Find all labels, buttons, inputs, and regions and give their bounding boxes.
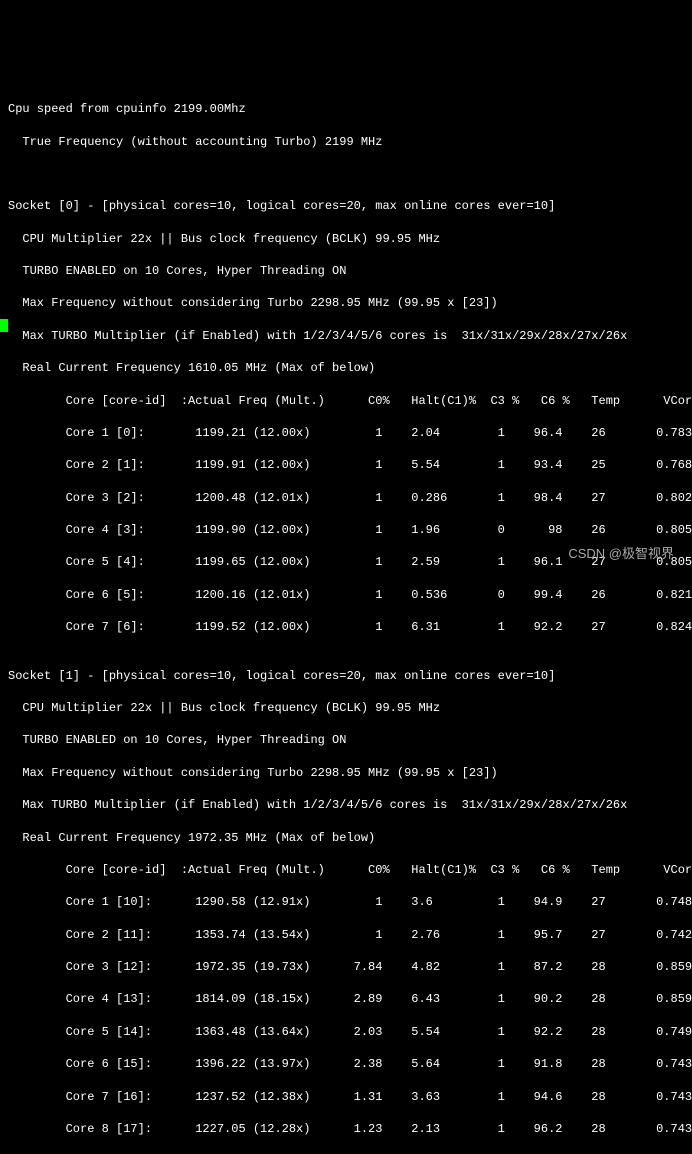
table-row: Core 3 [12]: 1972.35 (19.73x) 7.84 4.82 … <box>8 959 684 975</box>
table-row: Core 8 [17]: 1227.05 (12.28x) 1.23 2.13 … <box>8 1121 684 1137</box>
table-row: Core 6 [5]: 1200.16 (12.01x) 1 0.536 0 9… <box>8 587 684 603</box>
socket0-title: Socket [0] - [physical cores=10, logical… <box>8 198 684 214</box>
socket1-maxturbo: Max TURBO Multiplier (if Enabled) with 1… <box>8 797 684 813</box>
socket1-header: Core [core-id] :Actual Freq (Mult.) C0% … <box>8 862 684 878</box>
socket0-maxfreq: Max Frequency without considering Turbo … <box>8 295 684 311</box>
table-row: Core 2 [11]: 1353.74 (13.54x) 1 2.76 1 9… <box>8 927 684 943</box>
table-row: Core 1 [10]: 1290.58 (12.91x) 1 3.6 1 94… <box>8 894 684 910</box>
socket0-realfreq: Real Current Frequency 1610.05 MHz (Max … <box>8 360 684 376</box>
table-row: Core 5 [14]: 1363.48 (13.64x) 2.03 5.54 … <box>8 1024 684 1040</box>
true-freq-line: True Frequency (without accounting Turbo… <box>8 134 684 150</box>
socket0-header: Core [core-id] :Actual Freq (Mult.) C0% … <box>8 393 684 409</box>
table-row: Core 4 [3]: 1199.90 (12.00x) 1 1.96 0 98… <box>8 522 684 538</box>
socket1-realfreq: Real Current Frequency 1972.35 MHz (Max … <box>8 830 684 846</box>
table-row: Core 2 [1]: 1199.91 (12.00x) 1 5.54 1 93… <box>8 457 684 473</box>
table-row: Core 6 [15]: 1396.22 (13.97x) 2.38 5.64 … <box>8 1056 684 1072</box>
socket0-maxturbo: Max TURBO Multiplier (if Enabled) with 1… <box>8 328 684 344</box>
table-row: Core 7 [6]: 1199.52 (12.00x) 1 6.31 1 92… <box>8 619 684 635</box>
socket0-turbo: TURBO ENABLED on 10 Cores, Hyper Threadi… <box>8 263 684 279</box>
cpu-speed-line: Cpu speed from cpuinfo 2199.00Mhz <box>8 101 684 117</box>
socket0-mult: CPU Multiplier 22x || Bus clock frequenc… <box>8 231 684 247</box>
table-row: Core 4 [13]: 1814.09 (18.15x) 2.89 6.43 … <box>8 991 684 1007</box>
cursor-bar <box>0 319 8 332</box>
table-row: Core 3 [2]: 1200.48 (12.01x) 1 0.286 1 9… <box>8 490 684 506</box>
socket1-mult: CPU Multiplier 22x || Bus clock frequenc… <box>8 700 684 716</box>
socket1-maxfreq: Max Frequency without considering Turbo … <box>8 765 684 781</box>
socket1-turbo: TURBO ENABLED on 10 Cores, Hyper Threadi… <box>8 732 684 748</box>
socket1-title: Socket [1] - [physical cores=10, logical… <box>8 668 684 684</box>
table-row: Core 7 [16]: 1237.52 (12.38x) 1.31 3.63 … <box>8 1089 684 1105</box>
table-row: Core 9 [18]: 1291.33 (12.92x) 1 3.51 r s… <box>8 1153 684 1154</box>
table-row: Core 1 [0]: 1199.21 (12.00x) 1 2.04 1 96… <box>8 425 684 441</box>
watermark: CSDN @极智视界 <box>568 545 674 563</box>
